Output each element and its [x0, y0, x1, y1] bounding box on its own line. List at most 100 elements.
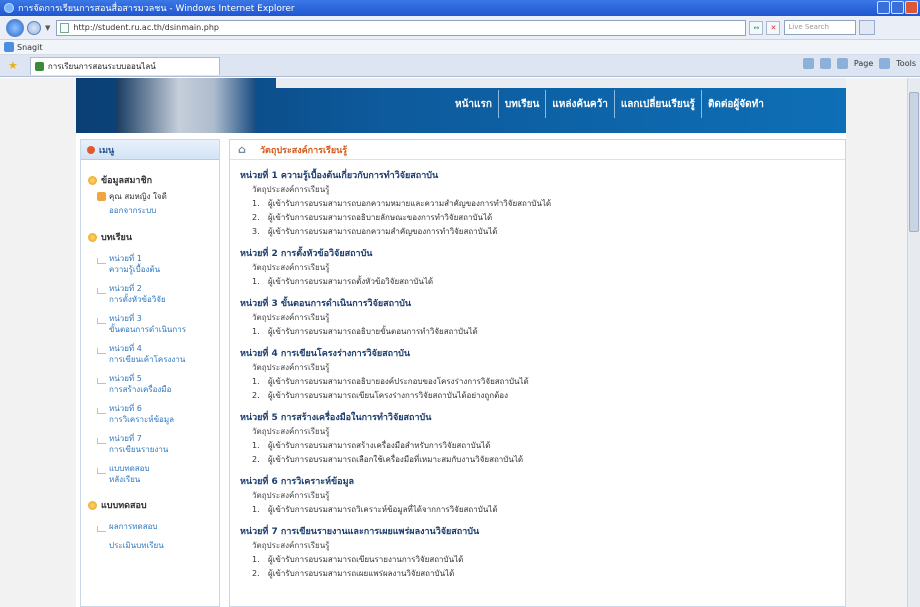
objective-line: 1. ผู้เข้ารับการอบรมสามารถอธิบายขั้นตอนกา…	[252, 327, 478, 336]
site-banner: หน้าแรก บทเรียน แหล่งค้นคว้า แลกเปลี่ยนเ…	[76, 78, 846, 133]
unit-6: หน่วยที่ 6 การวิเคราะห์ข้อมูล วัตถุประสง…	[240, 474, 845, 516]
lesson-link-1-title: หน่วยที่ 1	[109, 254, 142, 263]
eval-link-1[interactable]: ผลการทดสอบ	[81, 521, 219, 532]
forward-button[interactable]	[27, 20, 41, 35]
lesson-link-6-subtitle: การวิเคราะห์ข้อมูล	[109, 415, 175, 424]
nav-resources[interactable]: แหล่งค้นคว้า	[545, 90, 614, 118]
window-titlebar[interactable]: การจัดการเรียนการสอนสื่อสารมวลชน - Windo…	[0, 0, 920, 16]
history-dropdown-icon[interactable]: ▼	[45, 24, 50, 32]
unit-objective-heading: วัตถุประสงค์การเรียนรู้	[252, 491, 330, 500]
menu-header: เมนู	[81, 140, 219, 160]
lesson-link-7[interactable]: หน่วยที่ 7 การเขียนรายงาน	[81, 433, 219, 455]
go-button[interactable]: ↔	[749, 20, 764, 35]
window-title: การจัดการเรียนการสอนสื่อสารมวลชน - Windo…	[18, 4, 295, 14]
objective-line: 1. ผู้เข้ารับการอบรมสามารถตั้งหัวข้อวิจัย…	[252, 277, 434, 286]
unit-2: หน่วยที่ 2 การตั้งหัวข้อวิจัยสถาบัน วัตถ…	[240, 246, 845, 288]
home-icon[interactable]: ⌂	[238, 144, 250, 155]
lesson-link-4[interactable]: หน่วยที่ 4 การเขียนเค้าโครงงาน	[81, 343, 219, 365]
objective-line: 1. ผู้เข้ารับการอบรมสามารถเขียนรายงานการว…	[252, 555, 464, 564]
command-bar: Page Tools	[802, 58, 916, 69]
tools-menu[interactable]: Tools	[896, 59, 916, 68]
logout-link[interactable]: ออกจากระบบ	[81, 204, 219, 217]
eval-link-2[interactable]: ประเมินบทเรียน	[81, 540, 219, 551]
lesson-link-2-title: หน่วยที่ 2	[109, 284, 142, 293]
search-icon[interactable]	[859, 20, 876, 35]
lesson-link-5[interactable]: หน่วยที่ 5 การสร้างเครื่องมือ	[81, 373, 219, 395]
user-row: คุณ สมหญิง ใจดี	[81, 190, 219, 203]
unit-7: หน่วยที่ 7 การเขียนรายงานและการเผยแพร่ผล…	[240, 524, 845, 580]
bullet-icon	[88, 175, 97, 185]
maximize-button[interactable]	[891, 1, 904, 14]
branch-icon	[97, 526, 106, 532]
branch-icon	[97, 318, 106, 324]
unit-objective-heading: วัตถุประสงค์การเรียนรู้	[252, 313, 330, 322]
feeds-icon[interactable]	[819, 58, 831, 69]
user-name: คุณ สมหญิง ใจดี	[109, 192, 167, 201]
vertical-scrollbar[interactable]	[907, 78, 920, 607]
lesson-link-5-subtitle: การสร้างเครื่องมือ	[109, 385, 172, 394]
minimize-button[interactable]	[877, 1, 890, 14]
user-icon	[97, 192, 106, 201]
lesson-link-2-subtitle: การตั้งหัวข้อวิจัย	[109, 295, 166, 304]
lesson-link-8[interactable]: แบบทดสอบ หลังเรียน	[81, 463, 219, 485]
lesson-link-3[interactable]: หน่วยที่ 3 ขั้นตอนการดำเนินการ	[81, 313, 219, 335]
site-container: หน้าแรก บทเรียน แหล่งค้นคว้า แลกเปลี่ยนเ…	[76, 78, 846, 607]
nav-home[interactable]: หน้าแรก	[449, 90, 498, 118]
unit-5: หน่วยที่ 5 การสร้างเครื่องมือในการทำวิจั…	[240, 410, 845, 466]
stop-button[interactable]: ✕	[766, 20, 781, 35]
menu-icon	[87, 145, 95, 154]
bullet-icon	[88, 500, 97, 510]
address-value: http://student.ru.ac.th/dsinmain.php	[73, 23, 219, 32]
snagit-link[interactable]: Snagit	[17, 43, 43, 52]
branch-icon	[97, 438, 106, 444]
lesson-link-8-title: แบบทดสอบ	[109, 464, 150, 473]
lesson-link-3-title: หน่วยที่ 3	[109, 314, 142, 323]
browser-tab[interactable]: การเรียนการสอนระบบออนไลน์	[29, 56, 220, 75]
section-evaluation-label: แบบทดสอบ	[101, 501, 147, 511]
lesson-link-7-title: หน่วยที่ 7	[109, 434, 142, 443]
objective-line: 1. ผู้เข้ารับการอบรมสามารถอธิบายองค์ประกอ…	[252, 377, 529, 386]
back-button[interactable]	[6, 18, 24, 37]
page-menu[interactable]: Page	[854, 59, 873, 68]
search-input[interactable]: Live Search	[784, 20, 857, 35]
objective-line: 1. ผู้เข้ารับการอบรมสามารถบอกความหมายและค…	[252, 199, 552, 208]
breadcrumb: ⌂ วัตถุประสงค์การเรียนรู้	[230, 140, 845, 160]
print-icon[interactable]	[836, 58, 848, 69]
menu-title: เมนู	[99, 145, 115, 156]
lesson-link-6-title: หน่วยที่ 6	[109, 404, 142, 413]
eval-link-2-label: ประเมินบทเรียน	[109, 541, 164, 550]
favorites-star-icon[interactable]: ★	[8, 59, 18, 72]
nav-contact[interactable]: ติดต่อผู้จัดทำ	[700, 90, 770, 118]
nav-lessons[interactable]: บทเรียน	[497, 90, 545, 118]
unit-title: หน่วยที่ 1 ความรู้เบื้องต้นเกี่ยวกับการท…	[240, 171, 439, 181]
tools-icon[interactable]	[879, 58, 891, 69]
objective-line: 2. ผู้เข้ารับการอบรมสามารถอธิบายลักษณะของ…	[252, 213, 493, 222]
unit-title: หน่วยที่ 6 การวิเคราะห์ข้อมูล	[240, 477, 355, 487]
lesson-link-2[interactable]: หน่วยที่ 2 การตั้งหัวข้อวิจัย	[81, 283, 219, 305]
home-icon[interactable]	[802, 58, 814, 69]
lesson-link-3-subtitle: ขั้นตอนการดำเนินการ	[109, 325, 187, 334]
unit-objective-heading: วัตถุประสงค์การเรียนรู้	[252, 363, 330, 372]
branch-icon	[97, 408, 106, 414]
unit-title: หน่วยที่ 5 การสร้างเครื่องมือในการทำวิจั…	[240, 413, 432, 423]
unit-title: หน่วยที่ 3 ขั้นตอนการดำเนินการวิจัยสถาบั…	[240, 299, 411, 309]
lesson-link-5-title: หน่วยที่ 5	[109, 374, 142, 383]
nav-exchange[interactable]: แลกเปลี่ยนเรียนรู้	[613, 90, 701, 118]
tab-favicon-icon	[34, 61, 44, 71]
banner-photo	[116, 78, 256, 133]
lesson-link-1[interactable]: หน่วยที่ 1 ความรู้เบื้องต้น	[81, 253, 219, 275]
links-toolbar: Snagit	[0, 40, 920, 55]
address-toolbar: ▼ http://student.ru.ac.th/dsinmain.php ↔…	[0, 16, 920, 40]
close-button[interactable]	[905, 1, 918, 14]
scrollbar-thumb[interactable]	[909, 92, 919, 232]
branch-icon	[97, 378, 106, 384]
bullet-icon	[88, 232, 97, 242]
unit-3: หน่วยที่ 3 ขั้นตอนการดำเนินการวิจัยสถาบั…	[240, 296, 845, 338]
address-input[interactable]: http://student.ru.ac.th/dsinmain.php	[56, 19, 747, 36]
branch-icon	[97, 258, 106, 264]
unit-objective-heading: วัตถุประสงค์การเรียนรู้	[252, 263, 330, 272]
lesson-link-7-subtitle: การเขียนรายงาน	[109, 445, 169, 454]
lesson-link-6[interactable]: หน่วยที่ 6 การวิเคราะห์ข้อมูล	[81, 403, 219, 425]
branch-icon	[97, 288, 106, 294]
objective-line: 2. ผู้เข้ารับการอบรมสามารถเผยแพร่ผลงานวิจ…	[252, 569, 455, 578]
